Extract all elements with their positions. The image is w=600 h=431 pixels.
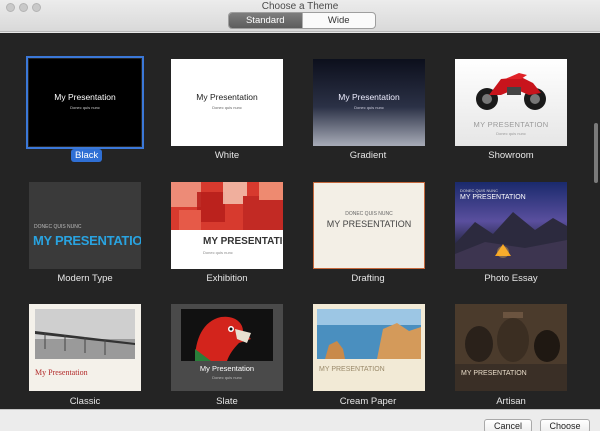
slide-size-segmented-control: Standard Wide: [228, 12, 376, 29]
thumb-title: MY PRESENTATION: [319, 366, 385, 373]
thumb-subtitle: Donec quis nunc: [212, 105, 242, 110]
thumb-subtitle: DONEC QUIS NUNC: [345, 211, 393, 217]
thumb-subtitle: DONEC QUIS NUNC: [460, 188, 499, 193]
thumb-title: MY PRESENTATION: [33, 233, 141, 248]
thumb-title: My Presentation: [54, 92, 116, 102]
gallery-scrollbar[interactable]: [594, 123, 598, 183]
theme-label-exhibition: Exhibition: [206, 273, 248, 284]
theme-tile-white[interactable]: My Presentation Donec quis nunc: [171, 59, 283, 146]
thumb-title: MY PRESENTATION: [203, 236, 283, 247]
theme-label-modern-type: Modern Type: [57, 273, 113, 284]
thumb-title: My Presentation: [199, 364, 255, 373]
thumb-title: My Presentation: [196, 92, 258, 102]
theme-tile-black[interactable]: My Presentation Donec quis nunc: [26, 56, 144, 149]
thumb-subtitle: Donec quis nunc: [354, 105, 384, 110]
parrot-image: [181, 309, 273, 361]
theme-tile-cream-paper[interactable]: MY PRESENTATION: [313, 304, 425, 391]
thumb-title: MY PRESENTATION: [473, 120, 549, 129]
abstract-red-pattern: [171, 182, 283, 230]
theme-tile-modern-type[interactable]: DONEC QUIS NUNC MY PRESENTATION: [29, 182, 141, 269]
tab-wide[interactable]: Wide: [301, 13, 376, 28]
tab-standard[interactable]: Standard: [229, 13, 302, 28]
thumb-title: MY PRESENTATION: [460, 194, 526, 201]
thumb-title: MY PRESENTATION: [326, 219, 412, 229]
thumb-subtitle: DONEC QUIS NUNC: [34, 224, 82, 230]
theme-tile-exhibition[interactable]: MY PRESENTATION Donec quis nunc: [171, 182, 283, 269]
theme-label-gradient: Gradient: [349, 150, 387, 161]
theme-label-black: Black: [71, 149, 103, 163]
window-titlebar: Choose a Theme Standard Wide: [0, 0, 600, 32]
theme-label-photo-essay: Photo Essay: [484, 273, 538, 284]
theme-gallery: My Presentation Donec quis nunc Black My…: [0, 33, 600, 409]
theme-tile-classic[interactable]: My Presentation: [29, 304, 141, 391]
theme-tile-photo-essay[interactable]: DONEC QUIS NUNC MY PRESENTATION: [455, 182, 567, 269]
thumb-subtitle: Donec quis nunc: [70, 105, 100, 110]
thumb-title: MY PRESENTATION: [461, 370, 527, 377]
theme-tile-gradient[interactable]: My Presentation Donec quis nunc: [313, 59, 425, 146]
theme-tile-artisan[interactable]: MY PRESENTATION: [455, 304, 567, 391]
seaside-cliffs-image: [317, 309, 421, 359]
bridge-image: [35, 309, 135, 359]
theme-label-cream-paper: Cream Paper: [339, 396, 397, 407]
theme-tile-slate[interactable]: My Presentation Donec quis nunc: [171, 304, 283, 391]
cancel-button[interactable]: Cancel: [484, 419, 532, 431]
pottery-image: [455, 304, 567, 364]
thumb-title: My Presentation: [338, 92, 400, 102]
theme-tile-drafting[interactable]: DONEC QUIS NUNC MY PRESENTATION: [313, 182, 425, 269]
thumb-title: My Presentation: [35, 368, 88, 377]
theme-label-white: White: [214, 150, 240, 161]
thumb-subtitle: Donec quis nunc: [212, 375, 242, 380]
theme-label-artisan: Artisan: [496, 396, 526, 407]
theme-label-showroom: Showroom: [488, 150, 534, 161]
thumb-subtitle: Donec quis nunc: [203, 250, 233, 255]
thumb-subtitle: Donec quis nunc: [496, 131, 526, 136]
motorcycle-image: [476, 73, 546, 110]
theme-label-slate: Slate: [216, 396, 238, 407]
theme-label-drafting: Drafting: [351, 273, 385, 284]
dialog-footer: Cancel Choose: [0, 409, 600, 431]
theme-tile-showroom[interactable]: MY PRESENTATION Donec quis nunc: [455, 59, 567, 146]
choose-button[interactable]: Choose: [540, 419, 590, 431]
theme-label-classic: Classic: [69, 396, 101, 407]
